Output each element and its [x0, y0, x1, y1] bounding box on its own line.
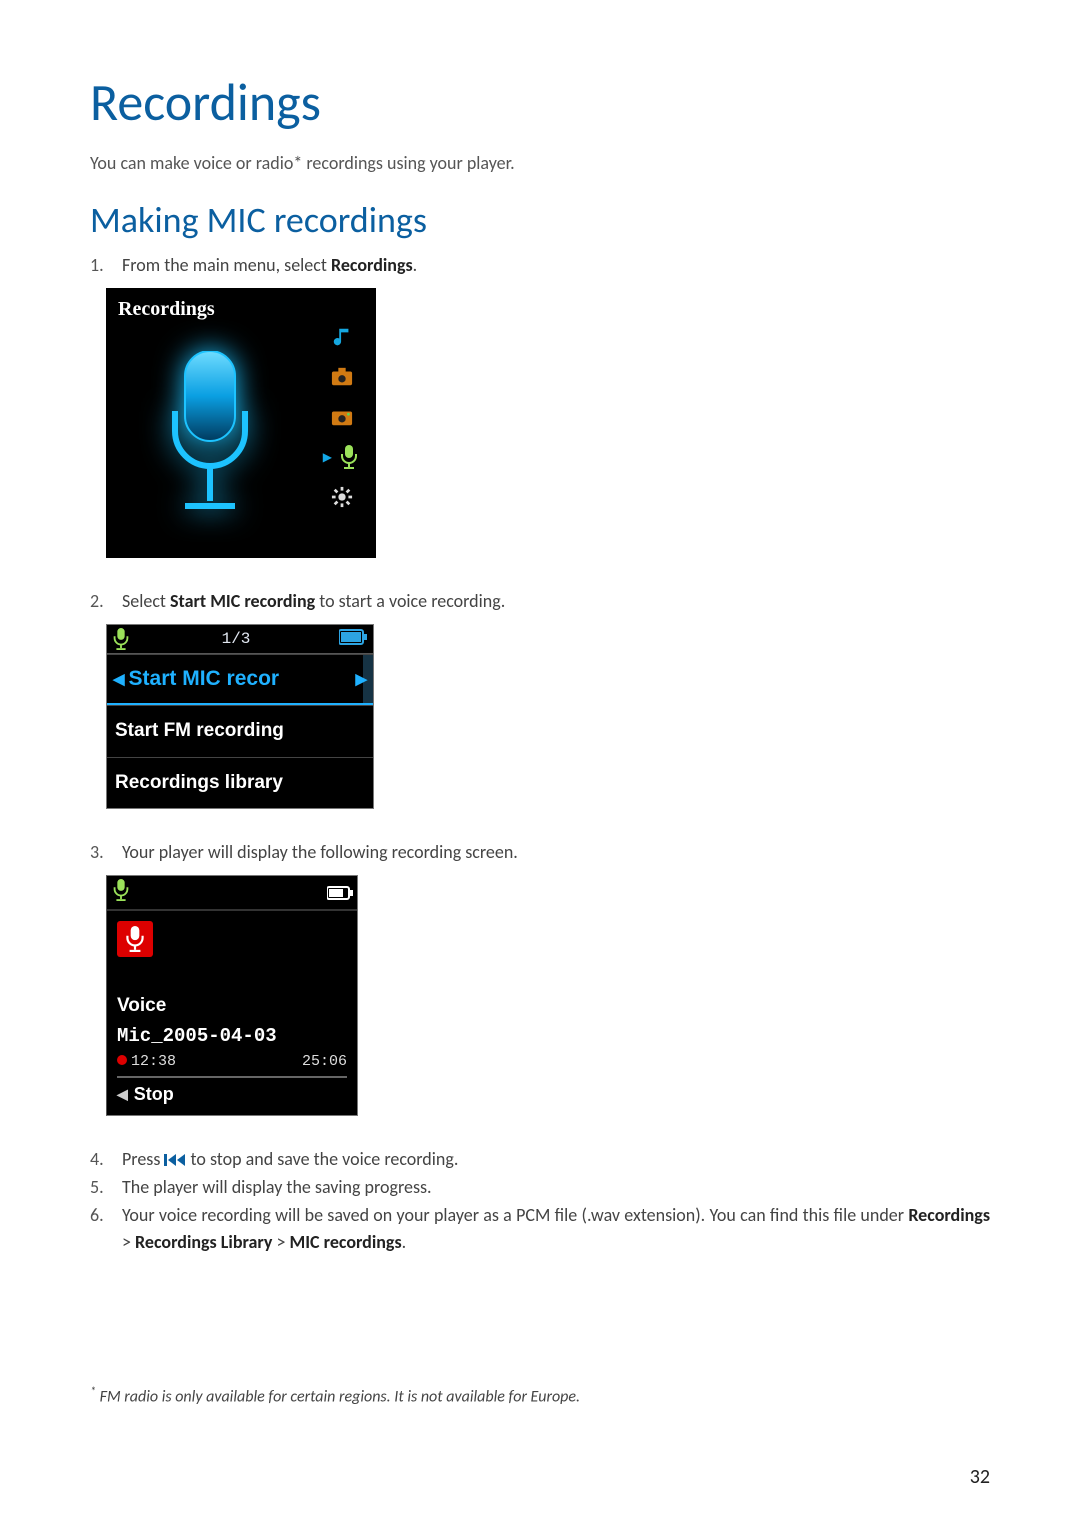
step-text: Your player will display the following r… [122, 839, 990, 865]
recording-type-label: Voice [117, 995, 357, 1017]
step-text: From the main menu, select Recordings. [122, 252, 990, 278]
menu-recordings-library[interactable]: Recordings library [107, 757, 373, 808]
footnote: * FM radio is only available for certain… [90, 1385, 990, 1406]
mic-large-icon [140, 336, 280, 536]
step-number: 3. [90, 839, 122, 865]
page-title: Recordings [90, 70, 990, 134]
device-recordings-menu: 1/3 ◀ Start MIC recor ▶ Start FM recordi… [106, 624, 374, 809]
menu-start-mic-recording[interactable]: ◀ Start MIC recor ▶ [107, 654, 373, 705]
step-text: Your voice recording will be saved on yo… [122, 1202, 990, 1254]
page-number: 32 [970, 1465, 990, 1489]
intro-text: You can make voice or radio* recordings … [90, 152, 990, 174]
step-number: 4. [90, 1146, 122, 1172]
battery-icon [339, 629, 367, 650]
battery-icon [327, 886, 353, 900]
mic-status-icon [111, 879, 131, 906]
mic-status-icon [111, 628, 133, 650]
stop-button[interactable]: ◀ Stop [107, 1078, 357, 1115]
right-arrow-icon: ▶ [355, 670, 367, 688]
step-number: 6. [90, 1202, 122, 1254]
device-side-icons: ▶ [323, 324, 362, 510]
section-heading: Making MIC recordings [90, 198, 990, 242]
device-main-menu: Recordings [106, 288, 376, 558]
step-text: Select Start MIC recording to start a vo… [122, 588, 990, 614]
mic-small-icon [336, 444, 362, 470]
left-arrow-icon: ◀ [113, 670, 125, 688]
step-number: 2. [90, 588, 122, 614]
step-number: 1. [90, 252, 122, 278]
camera-alt-icon [329, 404, 355, 430]
left-arrow-icon: ◀ [117, 1086, 128, 1103]
step-number: 5. [90, 1174, 122, 1200]
remaining-time: 25:06 [302, 1053, 347, 1070]
menu-start-fm-recording[interactable]: Start FM recording [107, 705, 373, 757]
step-text: The player will display the saving progr… [122, 1174, 990, 1200]
music-icon [329, 324, 355, 350]
step-text: Press to stop and save the voice recordi… [122, 1146, 990, 1172]
device-recording-screen: Voice Mic_2005-04-03 12:38 25:06 ◀ Stop [106, 875, 358, 1116]
elapsed-time: 12:38 [117, 1053, 176, 1070]
settings-icon [329, 484, 355, 510]
device-header: Recordings [118, 298, 364, 321]
camera-icon [329, 364, 355, 390]
rewind-icon [164, 1152, 186, 1168]
recording-indicator-icon [117, 921, 153, 957]
record-dot-icon [117, 1055, 127, 1065]
page-counter: 1/3 [133, 630, 339, 648]
selection-arrow-icon: ▶ [323, 450, 332, 465]
recording-filename: Mic_2005-04-03 [117, 1025, 357, 1047]
